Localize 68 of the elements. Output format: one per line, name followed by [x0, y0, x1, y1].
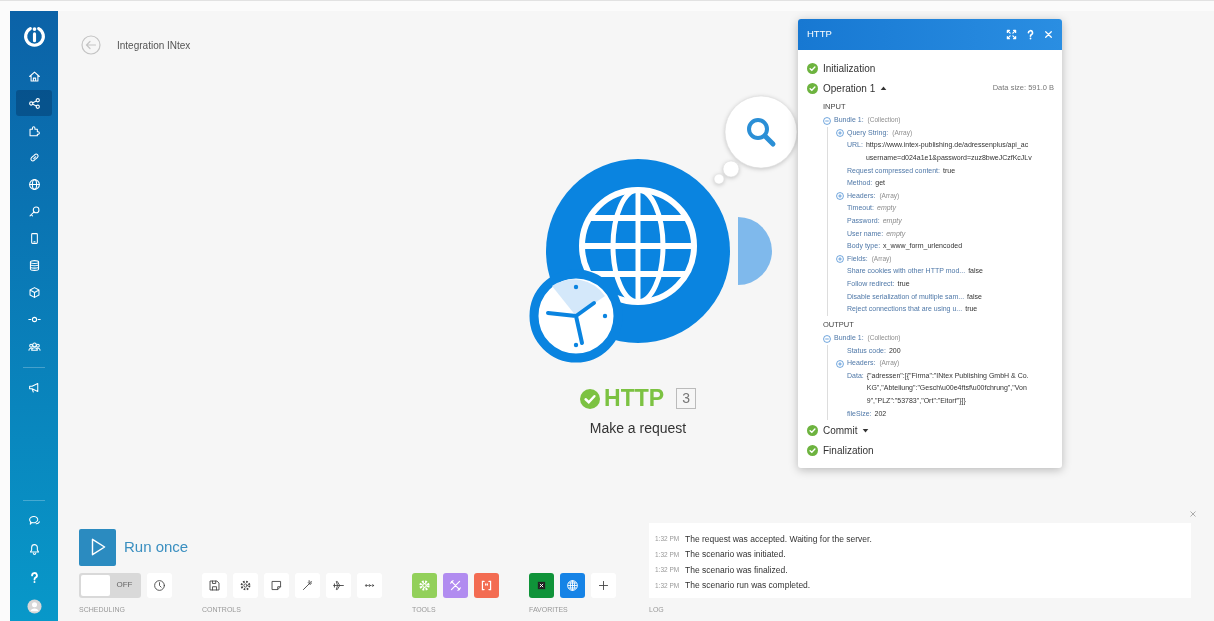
search-bubble-icon[interactable] [713, 95, 798, 185]
note-icon [270, 578, 283, 592]
schedule-button[interactable] [147, 572, 172, 598]
globe-icon [27, 177, 41, 191]
run-button[interactable] [79, 528, 116, 566]
close-icon [1189, 509, 1197, 518]
spreadsheet-button[interactable] [529, 572, 554, 598]
avatar-icon [26, 598, 42, 614]
expand-icon[interactable] [1006, 29, 1017, 40]
flow-button[interactable] [326, 572, 351, 598]
more-button[interactable] [357, 572, 382, 598]
plus-circle-icon[interactable] [836, 255, 844, 264]
airplane-icon [332, 578, 345, 592]
minus-circle-icon[interactable] [823, 334, 831, 343]
team-icon [27, 339, 41, 353]
phase-label[interactable]: Initialization [823, 60, 876, 76]
add-favorite-button[interactable] [591, 572, 616, 598]
log-message: The scenario was initiated. [685, 548, 786, 561]
log-message: The request was accepted. Waiting for the server. [685, 532, 872, 546]
globe-icon [566, 578, 579, 592]
caret-icon[interactable] [862, 426, 870, 434]
clock-icon [529, 269, 623, 363]
log-message: The scenario was finalized. [685, 563, 788, 577]
brackets-icon [480, 578, 493, 592]
notes-button[interactable] [264, 572, 289, 598]
module-title: HTTP [604, 387, 665, 410]
chat-icon [27, 514, 41, 528]
key-icon [27, 204, 41, 218]
scheduling-toggle[interactable]: OFF [79, 572, 141, 598]
scenario-title: Integration INtex [117, 38, 191, 53]
crossed-tools-icon [449, 578, 462, 592]
magic-wand-icon [301, 578, 314, 592]
minus-circle-icon[interactable] [823, 116, 831, 125]
flow-control-button[interactable] [443, 572, 468, 598]
logo-icon [21, 24, 47, 49]
panel-title: HTTP [807, 27, 832, 42]
caret-icon[interactable] [880, 84, 888, 92]
link-icon [27, 150, 41, 164]
plus-circle-icon[interactable] [836, 359, 844, 368]
plus-circle-icon[interactable] [836, 129, 844, 138]
tools-button[interactable] [412, 572, 437, 598]
phase-label[interactable]: Finalization [823, 442, 874, 458]
home-icon [27, 69, 41, 83]
megaphone-icon [27, 380, 41, 394]
phase-label[interactable]: Commit [823, 422, 858, 438]
share-icon [27, 96, 41, 110]
settings-button[interactable] [233, 572, 258, 598]
cube-icon [27, 285, 41, 299]
plus-icon [597, 578, 610, 592]
save-button[interactable] [202, 572, 227, 598]
module-subtitle: Make a request [589, 420, 687, 436]
database-icon [27, 258, 41, 272]
http-button[interactable] [560, 572, 585, 598]
gear-icon [418, 578, 431, 592]
text-parser-button[interactable] [474, 572, 499, 598]
connector-handle[interactable] [738, 217, 772, 285]
sidebar-item[interactable] [16, 90, 52, 116]
close-icon[interactable] [1044, 30, 1053, 39]
puzzle-icon [27, 123, 41, 137]
log-message: The scenario run was completed. [685, 579, 811, 593]
module-number: 3 [676, 388, 696, 409]
auto-align-button[interactable] [295, 572, 320, 598]
bell-icon [27, 542, 41, 556]
phase-label[interactable]: Operation 1 [823, 80, 876, 96]
help-icon[interactable] [1025, 29, 1036, 40]
plus-circle-icon[interactable] [836, 192, 844, 201]
settings-icon [239, 578, 252, 592]
clock-icon [153, 578, 166, 592]
